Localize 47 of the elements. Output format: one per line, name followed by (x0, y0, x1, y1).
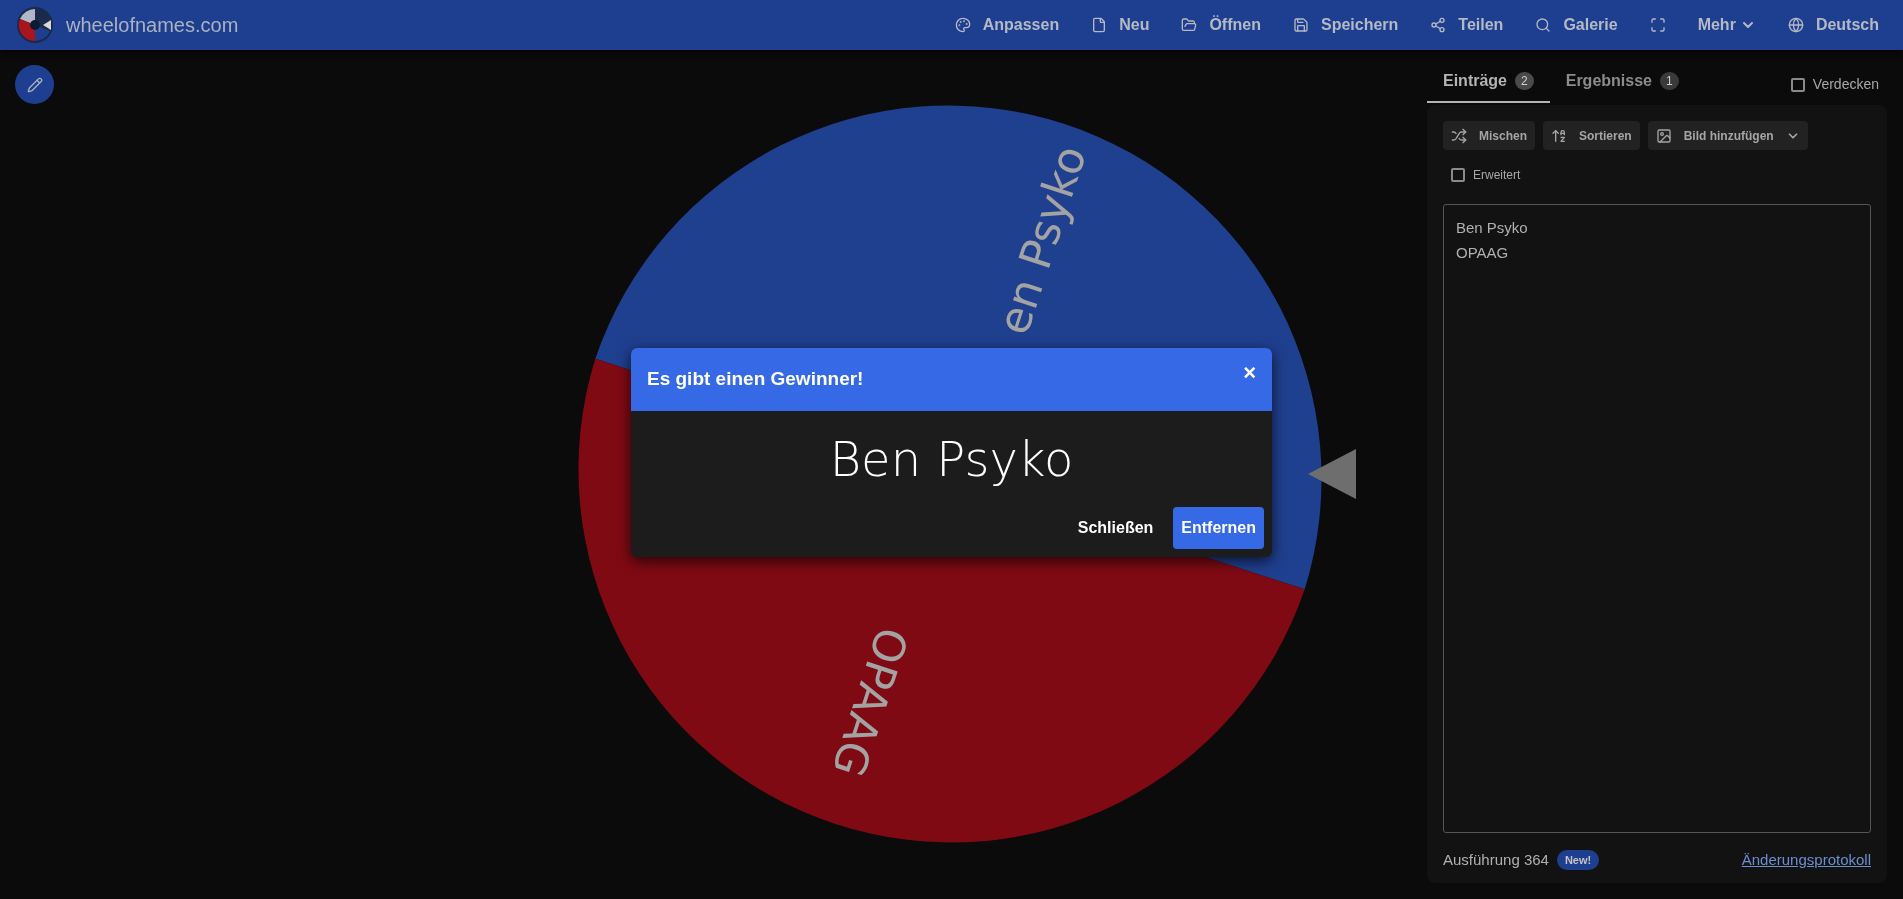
menu-button[interactable]: Anpassen (946, 5, 1068, 45)
share-icon (1430, 17, 1447, 33)
expand-icon (1649, 17, 1666, 33)
segment-label: en Psyko (987, 139, 1096, 341)
globe-icon (1787, 17, 1804, 33)
wheel-logo-icon (16, 6, 54, 44)
toolbar-button[interactable]: Mischen (1443, 121, 1535, 150)
toolbar-button[interactable]: Sortieren (1543, 121, 1640, 150)
palette-icon (954, 17, 971, 33)
menu-button[interactable]: Speichern (1284, 5, 1407, 45)
changelog-link[interactable]: Änderungsprotokoll (1741, 848, 1871, 871)
count-badge: 2 (1515, 72, 1534, 90)
tab[interactable]: Einträge 2 (1427, 69, 1550, 103)
file-icon (1091, 17, 1108, 33)
checkbox[interactable] (1451, 168, 1465, 182)
version-text: Ausführung 364 (1443, 849, 1549, 870)
entry-line: OPAAG (1456, 242, 1510, 263)
site-title[interactable]: wheelofnames.com (66, 10, 239, 40)
dialog-button[interactable]: Entfernen (1173, 507, 1264, 549)
segment-label: OPAAG (822, 621, 919, 783)
shuffle-icon (1451, 127, 1467, 144)
pencil-icon (26, 76, 43, 93)
search-icon (1535, 17, 1552, 33)
menu-button[interactable]: Teilen (1422, 5, 1512, 45)
toolbar-button[interactable]: Bild hinzufügen (1647, 121, 1808, 150)
edit-button[interactable] (15, 65, 54, 104)
menu-button[interactable]: Deutsch (1779, 5, 1887, 45)
count-badge: 1 (1659, 72, 1679, 90)
tab[interactable]: Ergebnisse 1 (1549, 69, 1695, 103)
dialog-button[interactable]: Schließen (1069, 507, 1162, 549)
menu-button[interactable]: Öffnen (1173, 5, 1269, 45)
entry-line: Ben Psyko (1456, 218, 1529, 238)
close-button[interactable]: × (1243, 356, 1256, 389)
entries-text-area[interactable]: Ben Psyko OPAAG (1443, 204, 1871, 833)
dialog-title: Es gibt einen Gewinner! (647, 367, 864, 392)
checkbox-option[interactable]: Verdecken (1790, 74, 1879, 95)
winner-name: Ben Psyko (829, 430, 1074, 489)
menu-button[interactable]: Galerie (1527, 5, 1626, 45)
checkbox-option[interactable]: Erweitert (1451, 166, 1871, 184)
menu-button[interactable]: Neu (1083, 5, 1158, 45)
folder-icon (1181, 17, 1198, 33)
menu-button[interactable]: Mehr (1689, 5, 1764, 45)
new-badge: New! (1556, 849, 1600, 870)
checkbox[interactable] (1790, 77, 1805, 92)
sort-icon (1551, 127, 1567, 144)
image-icon (1655, 127, 1672, 144)
pointer-icon (1308, 449, 1356, 499)
